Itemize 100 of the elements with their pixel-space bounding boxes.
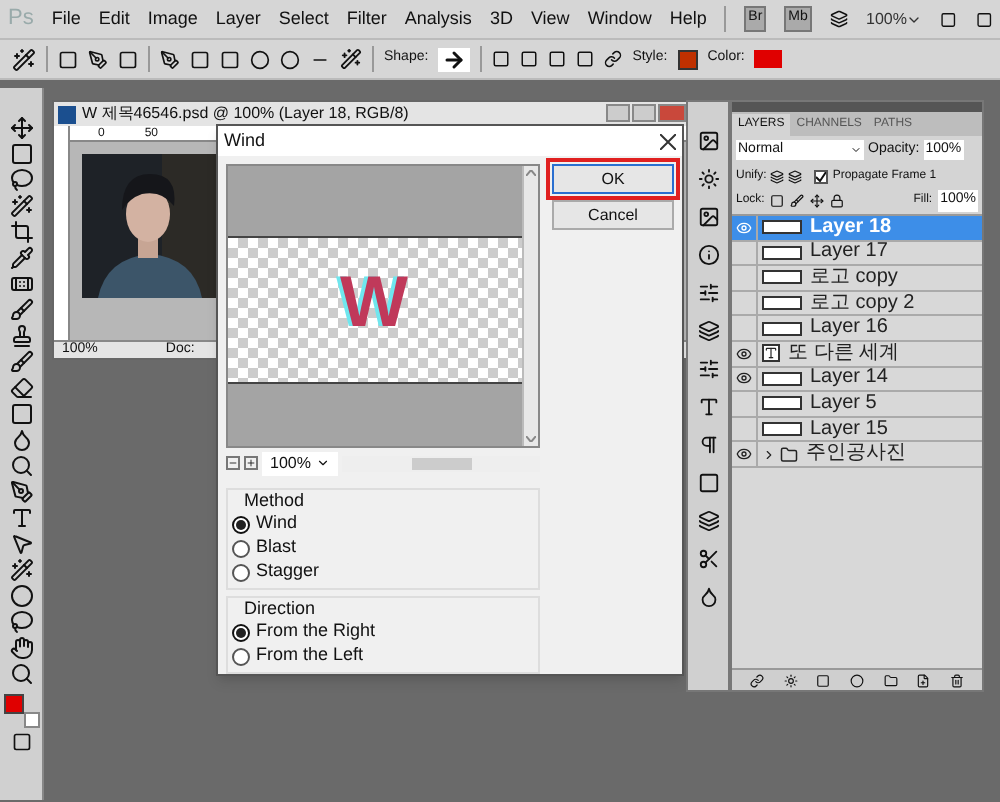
paragraph-icon[interactable] (697, 434, 719, 456)
new-layer-icon[interactable] (916, 673, 931, 687)
layer-thumbnail (762, 321, 802, 336)
visibility-toggle[interactable] (732, 216, 758, 240)
menu-item[interactable]: Filter (346, 5, 387, 33)
dialog-button[interactable]: OK (552, 164, 674, 194)
background-color-swatch[interactable] (23, 712, 39, 728)
foreground-color-swatch[interactable] (3, 694, 23, 714)
menu-item[interactable]: Image (147, 5, 198, 33)
pointer-icon[interactable] (9, 532, 33, 556)
lock-position-icon[interactable] (810, 194, 825, 208)
layer-row[interactable]: Layer 17 (732, 241, 982, 267)
layer-name: Layer 16 (810, 318, 888, 339)
scroll-up-icon[interactable] (526, 170, 536, 176)
layer-row[interactable]: 주인공사진 (732, 442, 982, 468)
type-icon[interactable] (9, 506, 33, 530)
sliders-icon[interactable] (697, 358, 719, 380)
crop-icon[interactable] (9, 220, 33, 244)
layer-row[interactable]: 로고 copy (732, 266, 982, 292)
radio-button[interactable] (232, 647, 250, 665)
style-swatch[interactable] (677, 49, 698, 69)
view-extras-icon[interactable] (829, 8, 848, 30)
layer-name: Layer 18 (810, 217, 892, 238)
preview-zoom-field[interactable]: 100% (262, 451, 339, 475)
eraser-icon[interactable] (9, 376, 33, 400)
visibility-toggle[interactable] (732, 341, 758, 366)
pen-icon[interactable] (9, 480, 33, 504)
scissors-icon[interactable] (697, 548, 719, 570)
menu-item[interactable]: Edit (98, 5, 130, 33)
layer-row[interactable]: 로고 copy 2 (732, 291, 982, 317)
layer-thumbnail (762, 296, 802, 311)
radio-button[interactable] (232, 539, 250, 557)
rectangle-icon[interactable] (190, 49, 210, 69)
stamp-icon[interactable] (9, 324, 33, 348)
lock-all-icon[interactable] (830, 194, 845, 208)
zoom-out-icon[interactable] (226, 456, 240, 470)
dialog-button[interactable]: Cancel (552, 200, 674, 230)
close-icon[interactable] (660, 133, 676, 149)
zoom-dropdown[interactable]: 100% (866, 7, 923, 31)
vertical-scrollbar[interactable] (522, 166, 538, 446)
layer-name: Layer 14 (810, 368, 888, 389)
menu-item[interactable]: View (530, 5, 570, 33)
hand-icon[interactable] (9, 636, 33, 660)
lasso-icon[interactable] (9, 168, 33, 192)
character-icon[interactable] (697, 396, 719, 418)
eyedropper-icon[interactable] (9, 246, 33, 270)
visibility-toggle[interactable] (732, 367, 758, 391)
ellipse-icon[interactable] (250, 49, 270, 69)
tool-preset-icon[interactable] (12, 47, 36, 71)
layer-thumbnail (762, 396, 802, 411)
move-icon[interactable] (9, 116, 33, 140)
menu-item[interactable]: Layer (215, 5, 261, 33)
menu-item[interactable]: Window (587, 5, 652, 33)
layer-row[interactable]: Layer 15 (732, 417, 982, 443)
effects-icon[interactable] (783, 673, 798, 687)
sun-icon[interactable] (697, 168, 719, 190)
menu-item[interactable]: File (51, 5, 81, 33)
lock-pixels-icon[interactable] (790, 194, 805, 208)
link-icon[interactable] (604, 50, 623, 68)
pen-icon[interactable] (160, 49, 180, 69)
info-icon[interactable] (697, 244, 719, 266)
dialog-title: Wind (224, 127, 266, 154)
radio-label: Wind (256, 510, 298, 537)
brush-icon[interactable] (9, 350, 33, 374)
menu-item[interactable]: 3D (489, 5, 513, 33)
expand-icon[interactable] (762, 447, 776, 462)
trash-icon[interactable] (950, 673, 965, 687)
brush-icon[interactable] (9, 298, 33, 322)
propagate-checkbox[interactable] (814, 169, 829, 183)
circle-icon[interactable] (9, 584, 33, 608)
lasso-icon[interactable] (9, 610, 33, 634)
layer-row[interactable]: 또 다른 세계 (732, 341, 982, 368)
color-swatch[interactable] (754, 50, 783, 68)
layer-row[interactable]: Layer 5 (732, 392, 982, 418)
group-title: Method (242, 490, 307, 512)
menu-item[interactable]: Analysis (404, 5, 472, 33)
layer-name: 또 다른 세계 (788, 343, 900, 364)
radio-button[interactable] (232, 623, 250, 641)
visibility-toggle[interactable] (732, 442, 758, 466)
radio-button[interactable] (232, 563, 250, 581)
image-icon[interactable] (697, 206, 719, 228)
shape-picker[interactable] (438, 47, 471, 71)
text-layer-icon (762, 344, 780, 363)
group-title: Direction (242, 598, 318, 620)
link-icon[interactable] (749, 673, 764, 687)
menu-item[interactable]: Select (278, 5, 329, 33)
rounded-rectangle-icon[interactable] (220, 49, 240, 69)
zoom-icon[interactable] (9, 662, 33, 686)
layer-thumbnail (762, 220, 802, 235)
menu-item[interactable]: Help (669, 5, 707, 33)
layer-row[interactable]: Layer 16 (732, 316, 982, 342)
folder-icon[interactable] (883, 673, 898, 687)
zoom-in-icon[interactable] (244, 456, 258, 470)
document-title: W 제목46546.psd @ 100% (Layer 18, RGB/8) (82, 102, 409, 126)
layer-row[interactable]: Layer 14 (732, 367, 982, 393)
document-icon (58, 105, 76, 123)
radio-button[interactable] (232, 515, 250, 533)
sliders-icon[interactable] (697, 282, 719, 304)
layer-thumbnail (762, 371, 802, 386)
marquee-icon[interactable] (9, 142, 33, 166)
